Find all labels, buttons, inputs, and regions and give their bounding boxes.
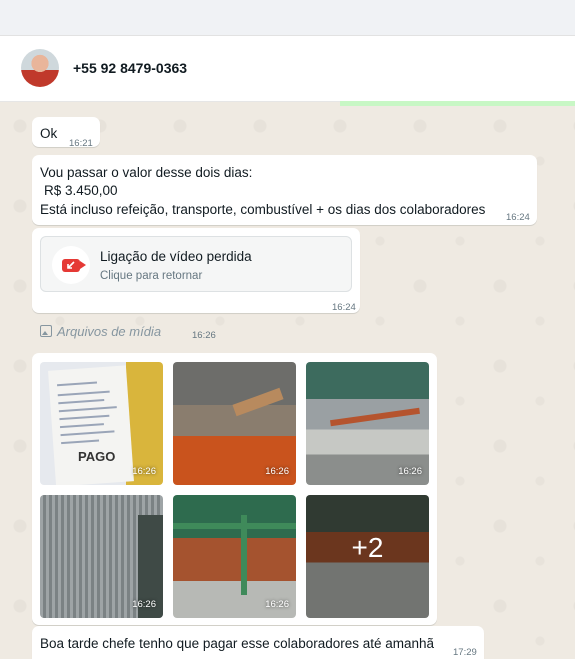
thumbnail-time: 16:26 — [132, 466, 156, 477]
receipt-image — [48, 365, 134, 485]
media-thumbnail[interactable]: 16:26 — [306, 362, 429, 485]
message-text: Boa tarde chefe tenho que pagar esse col… — [40, 636, 435, 651]
message-text: R$ 3.450,00 — [44, 183, 118, 198]
thumbnail-time: 16:26 — [265, 466, 289, 477]
missed-video-call-icon — [52, 246, 90, 284]
thumbnail-time: 16:26 — [265, 599, 289, 610]
message-text: Está incluso refeição, transporte, combu… — [40, 202, 486, 217]
message-time: 16:21 — [69, 138, 93, 149]
media-thumbnail[interactable]: 16:26 — [173, 362, 296, 485]
message-time: 17:29 — [453, 647, 477, 658]
message-text: Vou passar o valor desse dois dias: — [40, 165, 253, 180]
thumbnail-time: 16:26 — [132, 599, 156, 610]
message-time: 16:24 — [332, 302, 356, 313]
chat-header[interactable]: +55 92 8479-0363 — [0, 36, 575, 102]
media-time: 16:26 — [192, 330, 216, 341]
media-label-text: Arquivos de mídia — [57, 324, 162, 339]
contact-avatar[interactable] — [21, 49, 59, 87]
image-icon — [40, 325, 52, 337]
media-thumbnail[interactable]: 16:26 — [40, 495, 163, 618]
message-bubble[interactable]: Ok 16:21 — [32, 117, 100, 149]
message-bubble[interactable]: Boa tarde chefe tenho que pagar esse col… — [32, 626, 484, 659]
receipt-stamp: PAGO — [78, 449, 116, 464]
media-files-label[interactable]: Arquivos de mídia — [40, 324, 161, 339]
window-top-strip — [0, 0, 575, 36]
call-title: Ligação de vídeo perdida — [100, 249, 252, 264]
media-thumbnail[interactable]: 16:26 — [173, 495, 296, 618]
more-count: +2 — [351, 532, 384, 563]
thumbnail-time: 16:26 — [398, 466, 422, 477]
call-subtitle: Clique para retornar — [100, 270, 203, 282]
contact-name[interactable]: +55 92 8479-0363 — [73, 60, 187, 76]
missed-call-card[interactable]: Ligação de vídeo perdida Clique para ret… — [40, 236, 352, 292]
missed-call-bubble[interactable]: Ligação de vídeo perdida Clique para ret… — [32, 228, 360, 313]
message-time: 16:24 — [506, 212, 530, 223]
media-thumbnail-more[interactable]: +2 — [306, 495, 429, 618]
media-thumbnail[interactable]: PAGO 16:26 — [40, 362, 163, 485]
message-text: Ok — [40, 126, 58, 141]
media-gallery[interactable]: PAGO 16:26 16:26 16:26 16:26 16:26 +2 — [32, 353, 437, 625]
message-bubble[interactable]: Vou passar o valor desse dois dias: R$ 3… — [32, 155, 537, 225]
